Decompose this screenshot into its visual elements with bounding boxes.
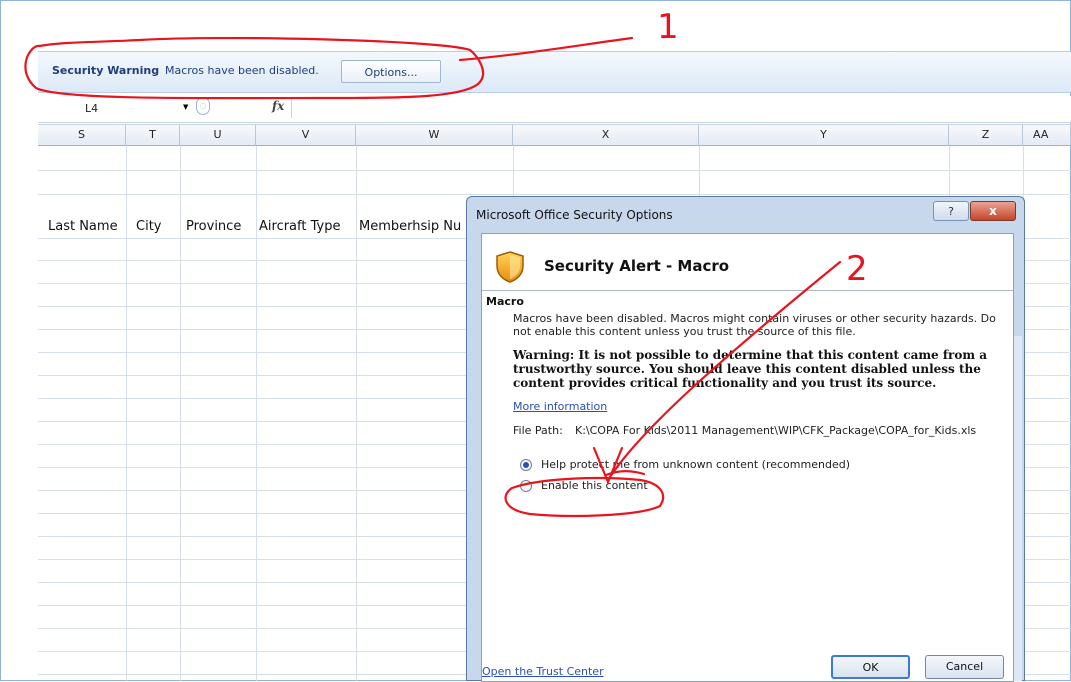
grid-column-line	[356, 146, 357, 681]
cell-city[interactable]: City	[136, 219, 161, 234]
grid-column-line	[180, 146, 181, 681]
cell-province[interactable]: Province	[186, 219, 241, 234]
radio-help-protect-label[interactable]: Help protect me from unknown content (re…	[541, 458, 850, 471]
more-information-link[interactable]: More information	[513, 400, 607, 413]
cell-membership-number[interactable]: Memberhsip Nu	[359, 219, 465, 234]
column-header-s[interactable]: S	[38, 125, 126, 146]
macro-warning: Warning: It is not possible to determine…	[513, 348, 987, 390]
grid-column-line	[256, 146, 257, 681]
name-box-dropdown-icon[interactable]: ▼	[183, 103, 188, 111]
security-warning-message: Macros have been disabled.	[165, 64, 319, 77]
grid-column-line	[126, 146, 127, 681]
name-box-value: L4	[85, 102, 99, 115]
macro-description: Macros have been disabled. Macros might …	[513, 312, 996, 338]
security-options-dialog: Microsoft Office Security Options ? x Se…	[466, 196, 1025, 682]
close-button[interactable]: x	[970, 201, 1016, 221]
column-headers: S T U V W X Y Z AA	[38, 124, 1071, 146]
column-header-z[interactable]: Z	[949, 125, 1023, 146]
formula-bar-divider	[291, 98, 292, 118]
options-button[interactable]: Options...	[341, 60, 441, 83]
column-header-t[interactable]: T	[126, 125, 180, 146]
insert-function-icon[interactable]: fx	[272, 99, 284, 113]
column-header-w[interactable]: W	[356, 125, 513, 146]
trust-center-link[interactable]: Open the Trust Center	[482, 665, 604, 678]
cancel-button[interactable]: Cancel	[925, 655, 1004, 679]
security-warning-title: Security Warning	[52, 64, 160, 77]
column-header-aa[interactable]: AA	[1023, 125, 1071, 146]
column-header-y[interactable]: Y	[699, 125, 949, 146]
cell-aircraft-type[interactable]: Aircraft Type	[259, 219, 340, 234]
name-box[interactable]: L4	[48, 99, 188, 118]
formula-expand-icon[interactable]: ◌	[196, 97, 210, 115]
dialog-body: Security Alert - Macro Macro Macros have…	[481, 233, 1014, 682]
radio-help-protect[interactable]	[520, 459, 532, 471]
macro-group-label: Macro	[486, 295, 524, 308]
alert-heading: Security Alert - Macro	[544, 257, 730, 275]
cell-last-name[interactable]: Last Name	[48, 219, 118, 234]
help-button[interactable]: ?	[933, 201, 969, 221]
ok-button[interactable]: OK	[831, 655, 910, 679]
radio-enable-content[interactable]	[520, 480, 532, 492]
file-path-value: K:\COPA For Kids\2011 Management\WIP\CFK…	[575, 424, 977, 437]
file-path-label: File Path:	[513, 424, 563, 437]
column-header-x[interactable]: X	[513, 125, 699, 146]
grid-row-line	[38, 170, 1071, 171]
column-header-v[interactable]: V	[256, 125, 356, 146]
heading-divider	[482, 290, 1013, 291]
dialog-title: Microsoft Office Security Options	[476, 208, 673, 222]
grid-row-line	[38, 194, 1071, 195]
macro-group: Macro Macros have been disabled. Macros …	[483, 292, 1003, 672]
vertical-scrollbar[interactable]	[1014, 336, 1022, 681]
ribbon-area	[1, 1, 1070, 51]
radio-enable-content-label[interactable]: Enable this content	[541, 479, 648, 492]
column-header-u[interactable]: U	[180, 125, 256, 146]
formula-bar: L4 ▼ ◌ fx	[38, 96, 1071, 123]
shield-icon	[496, 251, 524, 283]
security-warning-bar: Security Warning Macros have been disabl…	[38, 51, 1071, 93]
